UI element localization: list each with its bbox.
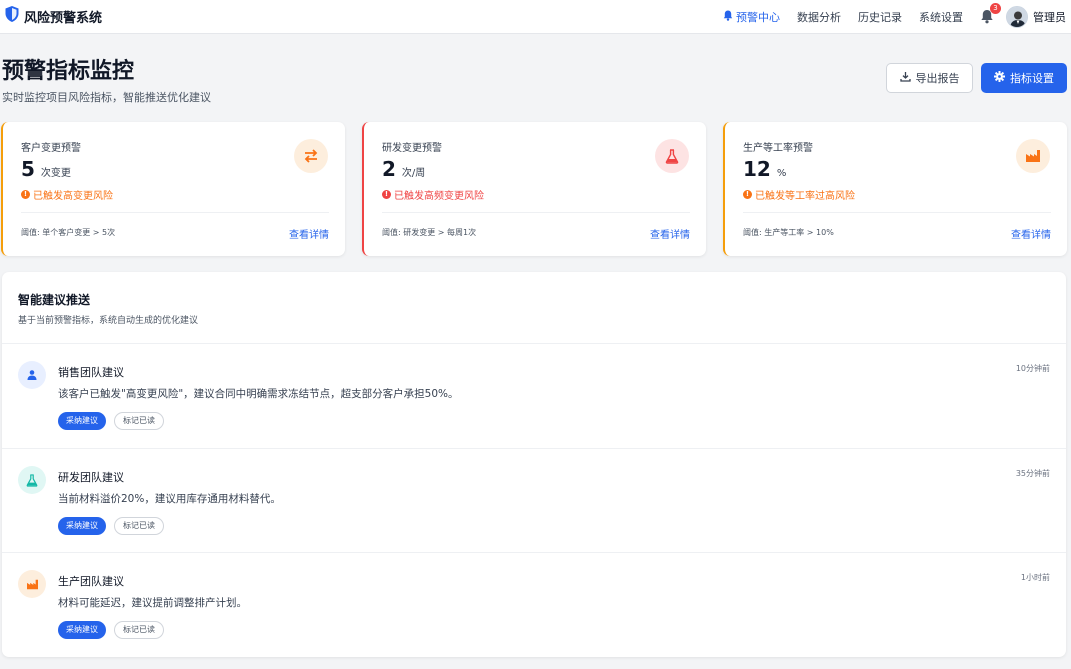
suggestion-actions: 采纳建议 标记已读 xyxy=(58,621,164,639)
alert-text: 已触发高变更风险 xyxy=(33,191,113,202)
card-value: 12 % xyxy=(743,157,786,181)
suggestion-text: 当前材料溢价20%，建议用库存通用材料替代。 xyxy=(58,493,281,505)
alert-text: 已触发等工率过高风险 xyxy=(755,191,855,202)
view-details-link[interactable]: 查看详情 xyxy=(289,226,329,241)
metric-card-customer-change: 客户变更预警 5 次变更 ! 已触发高变更风险 阈值: 单个客户变更 > 5次 … xyxy=(1,122,345,256)
team-icon xyxy=(18,361,46,389)
view-details-link[interactable]: 查看详情 xyxy=(1011,226,1051,241)
top-navbar: 风险预警系统 预警中心 数据分析 历史记录 系统设置 3 管理员 xyxy=(0,0,1071,34)
nav-item-alert-center[interactable]: 预警中心 xyxy=(723,9,780,25)
notifications-button[interactable]: 3 xyxy=(980,3,1001,25)
divider xyxy=(21,212,329,213)
suggestion-actions: 采纳建议 标记已读 xyxy=(58,517,164,535)
suggestion-item: 销售团队建议 该客户已触发"高变更风险"，建议合同中明确需求冻结节点，超支部分客… xyxy=(2,343,1066,447)
user-menu[interactable]: 管理员 xyxy=(1006,6,1066,28)
accept-suggestion-button[interactable]: 采纳建议 xyxy=(58,412,106,430)
card-alert: ! 已触发等工率过高风险 xyxy=(743,187,855,202)
accept-suggestion-button[interactable]: 采纳建议 xyxy=(58,621,106,639)
nav-label: 预警中心 xyxy=(736,11,780,24)
factory-icon xyxy=(18,570,46,598)
suggestion-time: 10分钟前 xyxy=(1015,364,1050,373)
nav-label: 数据分析 xyxy=(797,11,841,24)
avatar xyxy=(1006,6,1028,28)
divider xyxy=(743,212,1051,213)
settings-label: 指标设置 xyxy=(1010,72,1054,85)
suggestion-time: 1小时前 xyxy=(1020,573,1050,582)
suggestion-time: 35分钟前 xyxy=(1015,469,1050,478)
indicator-settings-button[interactable]: 指标设置 xyxy=(981,63,1067,93)
shield-icon xyxy=(4,5,20,27)
view-details-link[interactable]: 查看详情 xyxy=(650,226,690,241)
alert-icon: ! xyxy=(382,190,391,199)
page-subtitle: 实时监控项目风险指标，智能推送优化建议 xyxy=(2,91,211,104)
card-title: 研发变更预警 xyxy=(382,143,442,154)
user-name: 管理员 xyxy=(1033,11,1066,24)
notification-count-badge: 3 xyxy=(990,3,1001,14)
export-label: 导出报告 xyxy=(915,72,960,85)
gear-icon xyxy=(994,71,1005,85)
card-number: 2 xyxy=(382,157,396,181)
card-value: 5 次变更 xyxy=(21,157,71,181)
nav-item-data-analysis[interactable]: 数据分析 xyxy=(797,9,841,25)
suggestion-item: 生产团队建议 材料可能延迟，建议提前调整排产计划。 1小时前 采纳建议 标记已读 xyxy=(2,552,1066,656)
card-unit: 次变更 xyxy=(40,168,71,179)
brand[interactable]: 风险预警系统 xyxy=(4,5,102,27)
card-unit: % xyxy=(776,168,787,179)
metric-card-production-idle: 生产等工率预警 12 % ! 已触发等工率过高风险 阈值: 生产等工率 > 10… xyxy=(723,122,1067,256)
metric-card-rd-change: 研发变更预警 2 次/周 ! 已触发高频变更风险 阈值: 研发变更 > 每周1次… xyxy=(362,122,706,256)
card-number: 12 xyxy=(743,157,771,181)
card-alert: ! 已触发高变更风险 xyxy=(21,187,113,202)
swap-arrows-icon xyxy=(294,139,328,173)
page-title: 预警指标监控 xyxy=(2,59,135,84)
suggestion-actions: 采纳建议 标记已读 xyxy=(58,412,164,430)
divider xyxy=(382,212,690,213)
main-nav: 预警中心 数据分析 历史记录 系统设置 3 管理员 xyxy=(723,0,1071,34)
card-unit: 次/周 xyxy=(401,168,426,179)
alert-icon: ! xyxy=(743,190,752,199)
card-number: 5 xyxy=(21,157,35,181)
card-title: 客户变更预警 xyxy=(21,143,81,154)
card-threshold: 阈值: 研发变更 > 每周1次 xyxy=(382,228,477,237)
suggestion-text: 材料可能延迟，建议提前调整排产计划。 xyxy=(58,597,247,609)
suggestion-item: 研发团队建议 当前材料溢价20%，建议用库存通用材料替代。 35分钟前 采纳建议… xyxy=(2,448,1066,552)
nav-label: 历史记录 xyxy=(858,11,902,24)
bell-icon xyxy=(723,10,733,24)
accept-suggestion-button[interactable]: 采纳建议 xyxy=(58,517,106,535)
alert-icon: ! xyxy=(21,190,30,199)
nav-item-settings[interactable]: 系统设置 xyxy=(919,9,963,25)
download-icon xyxy=(899,71,911,85)
card-alert: ! 已触发高频变更风险 xyxy=(382,187,484,202)
alert-text: 已触发高频变更风险 xyxy=(394,191,484,202)
suggestion-text: 该客户已触发"高变更风险"，建议合同中明确需求冻结节点，超支部分客户承担50%。 xyxy=(58,388,459,400)
card-value: 2 次/周 xyxy=(382,157,425,181)
suggestion-title: 生产团队建议 xyxy=(58,575,124,588)
factory-icon xyxy=(1016,139,1050,173)
card-threshold: 阈值: 生产等工率 > 10% xyxy=(743,228,834,237)
nav-label: 系统设置 xyxy=(919,11,963,24)
card-title: 生产等工率预警 xyxy=(743,143,813,154)
suggestion-title: 研发团队建议 xyxy=(58,471,124,484)
mark-read-button[interactable]: 标记已读 xyxy=(114,412,164,430)
mark-read-button[interactable]: 标记已读 xyxy=(114,517,164,535)
mark-read-button[interactable]: 标记已读 xyxy=(114,621,164,639)
suggestion-title: 销售团队建议 xyxy=(58,366,124,379)
panel-title: 智能建议推送 xyxy=(18,293,91,307)
export-report-button[interactable]: 导出报告 xyxy=(886,63,973,93)
app-title: 风险预警系统 xyxy=(24,10,103,26)
suggestions-panel: 智能建议推送 基于当前预警指标，系统自动生成的优化建议 销售团队建议 该客户已触… xyxy=(2,272,1066,657)
card-threshold: 阈值: 单个客户变更 > 5次 xyxy=(21,228,116,237)
nav-item-history[interactable]: 历史记录 xyxy=(858,9,902,25)
panel-subtitle: 基于当前预警指标，系统自动生成的优化建议 xyxy=(18,316,199,326)
flask-icon xyxy=(18,466,46,494)
flask-icon xyxy=(655,139,689,173)
